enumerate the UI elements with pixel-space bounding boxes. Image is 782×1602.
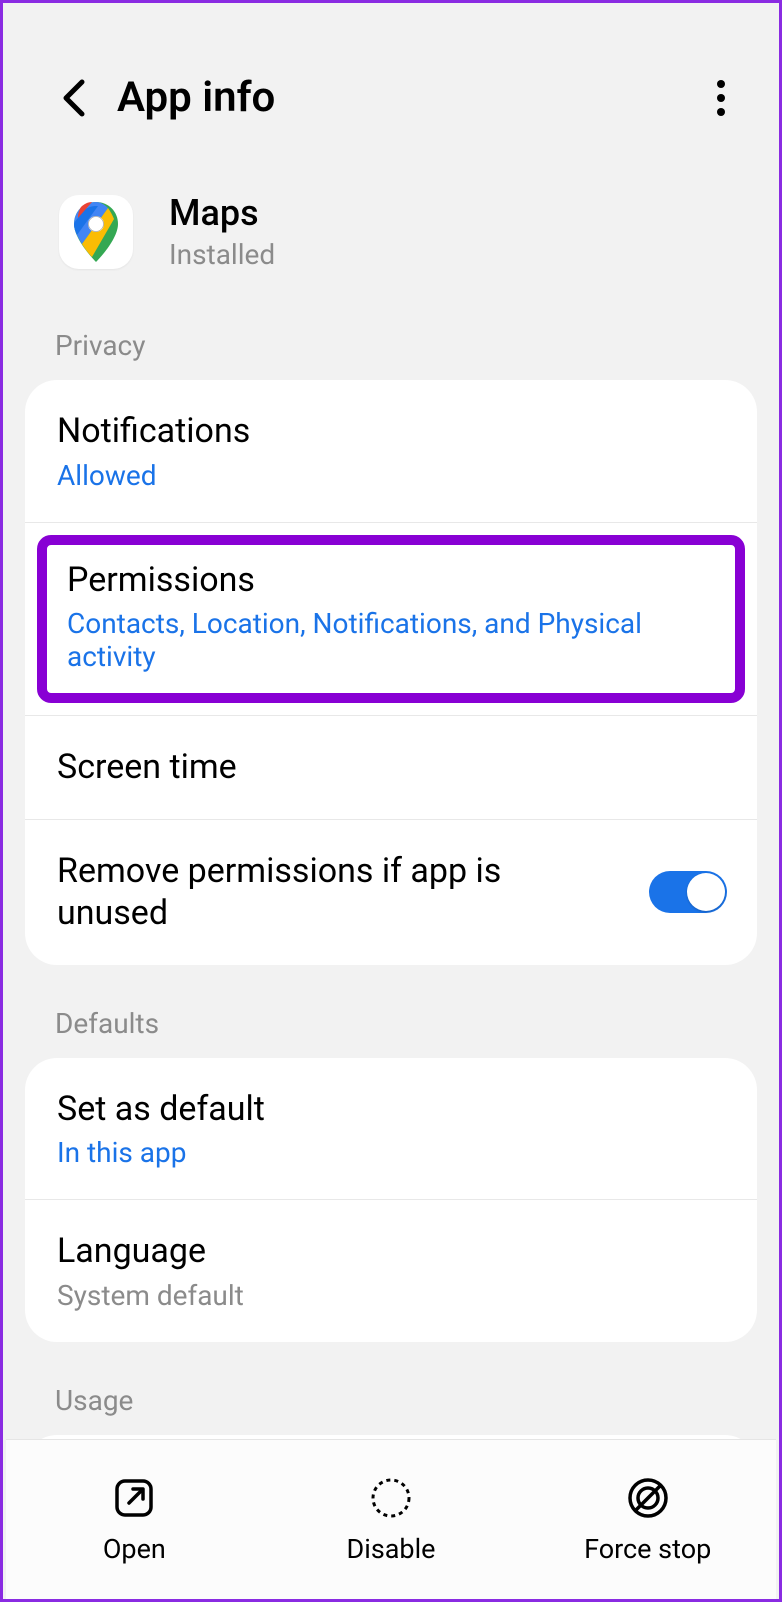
toggle-knob (687, 873, 725, 911)
force-stop-label: Force stop (584, 1533, 711, 1565)
app-text: Maps Installed (169, 192, 275, 271)
screen-time-title: Screen time (57, 746, 727, 789)
permissions-value: Contacts, Location, Notifications, and P… (67, 607, 715, 673)
permissions-title: Permissions (67, 559, 715, 602)
header: App info (3, 3, 779, 162)
remove-permissions-toggle[interactable] (649, 871, 727, 913)
remove-permissions-row[interactable]: Remove permissions if app is unused (25, 819, 757, 965)
app-status: Installed (169, 238, 275, 271)
set-default-value: In this app (57, 1136, 727, 1169)
permissions-row[interactable]: Permissions Contacts, Location, Notifica… (25, 522, 757, 716)
google-maps-icon (74, 202, 118, 262)
permissions-highlight: Permissions Contacts, Location, Notifica… (37, 535, 745, 704)
disable-icon (368, 1475, 414, 1521)
language-row[interactable]: Language System default (25, 1199, 757, 1342)
app-icon (59, 195, 133, 269)
chevron-left-icon (60, 78, 86, 118)
app-summary-row: Maps Installed (3, 162, 779, 311)
notifications-value: Allowed (57, 459, 727, 492)
open-button[interactable]: Open (6, 1440, 263, 1599)
disable-button[interactable]: Disable (263, 1440, 520, 1599)
language-value: System default (57, 1279, 727, 1312)
app-name: Maps (169, 192, 275, 234)
language-title: Language (57, 1230, 727, 1273)
bottom-action-bar: Open Disable Force stop (6, 1439, 776, 1599)
more-options-button[interactable] (701, 78, 741, 118)
section-label-defaults: Defaults (3, 989, 779, 1058)
privacy-card: Notifications Allowed Permissions Contac… (25, 380, 757, 965)
force-stop-button[interactable]: Force stop (519, 1440, 776, 1599)
force-stop-icon (625, 1475, 671, 1521)
notifications-row[interactable]: Notifications Allowed (25, 380, 757, 522)
screen-time-row[interactable]: Screen time (25, 715, 757, 819)
open-label: Open (103, 1533, 166, 1565)
set-default-row[interactable]: Set as default In this app (25, 1058, 757, 1200)
section-label-privacy: Privacy (3, 311, 779, 380)
more-vertical-icon (716, 78, 726, 118)
section-label-usage: Usage (3, 1366, 779, 1435)
defaults-card: Set as default In this app Language Syst… (25, 1058, 757, 1342)
set-default-title: Set as default (57, 1088, 727, 1131)
back-button[interactable] (53, 78, 93, 118)
remove-permissions-title: Remove permissions if app is unused (57, 850, 577, 935)
page-title: App info (117, 73, 701, 122)
notifications-title: Notifications (57, 410, 727, 453)
disable-label: Disable (347, 1533, 436, 1565)
open-icon (111, 1475, 157, 1521)
